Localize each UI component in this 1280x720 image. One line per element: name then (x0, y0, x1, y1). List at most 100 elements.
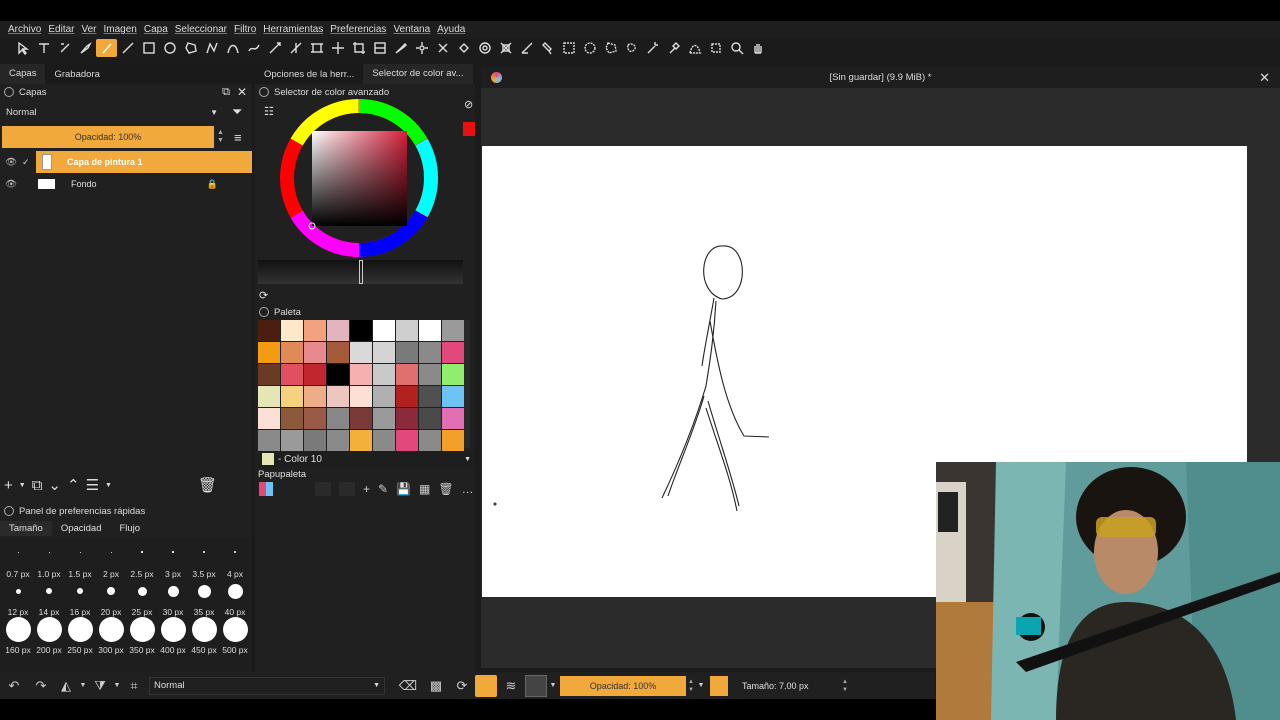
brush-settings-icon[interactable]: ≋ (497, 678, 525, 694)
tab-capas[interactable]: Capas (0, 64, 46, 84)
similar-select-tool-icon[interactable] (663, 39, 684, 57)
calligraphy-tool-icon[interactable] (75, 39, 96, 57)
palette-swatch[interactable] (258, 364, 280, 385)
palette-swatch[interactable] (327, 408, 349, 429)
brush-opacity-slider[interactable]: Opacidad: 100% (560, 675, 686, 696)
color-history-strip[interactable] (258, 260, 463, 284)
polygon-tool-icon[interactable] (180, 39, 201, 57)
tab-advanced-color-selector[interactable]: Selector de color av... (363, 64, 473, 84)
lock-icon[interactable]: 🔒 (207, 179, 218, 190)
layer-properties-icon[interactable]: ☰ (86, 476, 99, 494)
layer-row-selected[interactable]: 👁 ✓ Capa de pintura 1 (0, 151, 252, 173)
brush-size-preset[interactable] (79, 551, 81, 553)
palette-swatch[interactable] (373, 430, 395, 451)
ellipse-select-tool-icon[interactable] (579, 39, 600, 57)
tab-tamano[interactable]: Tamaño (0, 521, 52, 536)
undo-icon[interactable]: ↶ (0, 678, 28, 694)
flow-swatch[interactable] (709, 675, 728, 696)
palette-swatch[interactable] (373, 408, 395, 429)
tab-opacidad[interactable]: Opacidad (52, 521, 111, 536)
brush-size-preset[interactable] (110, 551, 112, 553)
freehand-select-tool-icon[interactable] (621, 39, 642, 57)
ellipse-tool-icon[interactable] (159, 39, 180, 57)
visibility-eye-icon[interactable]: 👁 (0, 179, 22, 190)
zoom-tool-icon[interactable] (726, 39, 747, 57)
edit-color-icon[interactable]: ✎ (378, 482, 388, 496)
palette-swatch[interactable] (396, 320, 418, 341)
brush-size-preset[interactable] (137, 586, 147, 596)
brush-size-preset[interactable] (98, 616, 124, 642)
line-tool-icon[interactable] (117, 39, 138, 57)
panel-menu-icon[interactable] (259, 87, 269, 97)
brush-preset-thumbnail[interactable] (525, 674, 547, 697)
patch-tool-icon[interactable] (411, 39, 432, 57)
more-options-icon[interactable]: … (462, 482, 474, 496)
float-panel-icon[interactable]: ⧉ (222, 86, 230, 99)
brush-size-preset[interactable] (191, 616, 217, 642)
brush-tool-icon[interactable] (96, 39, 117, 57)
select-shapes-tool-icon[interactable] (12, 39, 33, 57)
measure-tool-icon[interactable] (516, 39, 537, 57)
brush-presets-icon[interactable] (475, 674, 497, 697)
opacity-spinner-icon[interactable]: ▲ ▼ (217, 129, 224, 145)
palette-swatch[interactable] (373, 342, 395, 363)
brush-size-preset[interactable] (15, 588, 21, 594)
redo-icon[interactable]: ↷ (28, 678, 54, 694)
palette-swatch[interactable] (350, 408, 372, 429)
palette-swatch[interactable] (419, 364, 441, 385)
enclose-fill-tool-icon[interactable] (474, 39, 495, 57)
brush-size-preset[interactable] (5, 616, 31, 642)
preserve-alpha-icon[interactable]: ▩ (423, 678, 449, 694)
palette-swatch[interactable] (304, 386, 326, 407)
freehand-path-tool-icon[interactable] (243, 39, 264, 57)
brush-size-preset[interactable] (222, 616, 248, 642)
brush-size-preset[interactable] (197, 584, 211, 598)
palette-swatch[interactable] (304, 430, 326, 451)
bezier-select-tool-icon[interactable] (684, 39, 705, 57)
palette-icon[interactable] (259, 482, 273, 496)
panel-menu-icon[interactable] (259, 307, 269, 317)
panel-menu-icon[interactable] (4, 87, 14, 97)
brush-size-preset[interactable] (67, 616, 93, 642)
palette-swatch[interactable] (396, 408, 418, 429)
palette-swatch[interactable] (304, 320, 326, 341)
polyline-tool-icon[interactable] (201, 39, 222, 57)
palette-swatch[interactable] (350, 364, 372, 385)
palette-swatch[interactable] (442, 408, 464, 429)
chevron-down-icon[interactable]: ▼ (78, 682, 88, 689)
brush-size-preset[interactable] (167, 585, 179, 597)
brush-size-preset[interactable] (129, 616, 155, 642)
palette-swatch[interactable] (281, 430, 303, 451)
color-sampler-tool-icon[interactable] (390, 39, 411, 57)
contiguous-select-tool-icon[interactable] (642, 39, 663, 57)
palette-swatch[interactable] (419, 342, 441, 363)
brush-size-preset[interactable] (107, 587, 115, 595)
palette-color-name-select[interactable]: - Color 10 ▼ (258, 451, 475, 467)
brush-size-preset[interactable] (48, 551, 50, 553)
brush-size-preset[interactable] (203, 551, 205, 553)
menu-herramientas[interactable]: Herramientas (263, 24, 323, 35)
brush-size-preset[interactable] (36, 616, 62, 642)
palette-swatch[interactable] (281, 364, 303, 385)
brush-size-slider[interactable]: Tamaño: 7.00 px (732, 676, 842, 696)
palette-swatch[interactable] (350, 342, 372, 363)
palette-scrollbar[interactable] (464, 320, 470, 448)
palette-swatch[interactable] (396, 364, 418, 385)
palette-swatch[interactable] (442, 386, 464, 407)
panel-menu-icon[interactable] (4, 506, 14, 516)
dynamic-brush-tool-icon[interactable] (264, 39, 285, 57)
palette-swatch[interactable] (350, 430, 372, 451)
layer-blend-mode-select[interactable]: Normal ▼ (2, 103, 222, 121)
reference-images-tool-icon[interactable] (537, 39, 558, 57)
pan-tool-icon[interactable] (747, 39, 768, 57)
eraser-mode-icon[interactable]: ⌫ (393, 678, 423, 694)
brush-blend-mode-select[interactable]: Normal ▼ (149, 676, 385, 695)
palette-swatch[interactable] (304, 364, 326, 385)
brush-size-preset[interactable] (172, 551, 174, 553)
palette-swatch[interactable] (396, 386, 418, 407)
wrap-around-icon[interactable]: ⌗ (122, 678, 146, 694)
palette-swatch[interactable] (442, 320, 464, 341)
palette-swatch[interactable] (373, 386, 395, 407)
palette-swatch[interactable] (281, 386, 303, 407)
palette-button-blank[interactable] (315, 482, 331, 496)
